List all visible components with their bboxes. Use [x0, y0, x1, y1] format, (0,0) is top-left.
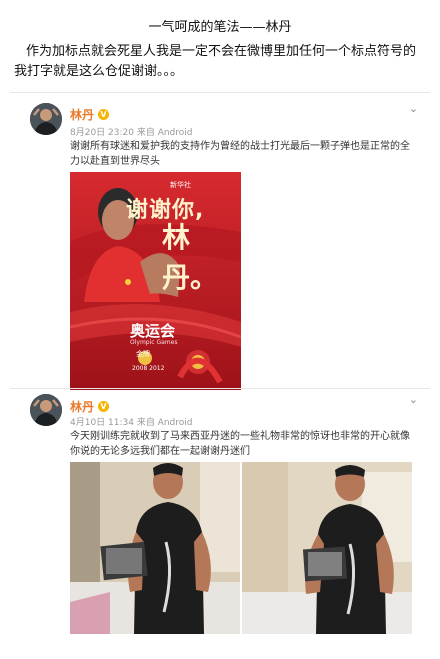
post-meta: 8月20日 23:20 来自 Android — [70, 128, 193, 138]
author-name[interactable]: 林丹 — [70, 106, 94, 123]
poster-logo: 新华社 — [170, 181, 191, 189]
avatar[interactable] — [30, 394, 62, 426]
post-divider — [10, 388, 430, 389]
poster-medal: 金牌 — [136, 350, 150, 358]
poster-event-sub: Olympic Games — [130, 339, 178, 346]
verified-badge-icon: V — [98, 401, 110, 412]
verified-badge-icon: V — [98, 109, 110, 120]
post-meta: 4月10日 11:34 来自 Android — [70, 418, 193, 428]
post-divider — [10, 92, 430, 93]
poster-years: 2008 2012 — [132, 365, 165, 372]
chevron-down-icon[interactable]: ⌄ — [409, 102, 418, 115]
poster-event: 奥运会 — [130, 322, 176, 340]
poster-title-2: 林丹。 — [162, 221, 219, 294]
avatar[interactable] — [30, 103, 62, 135]
intro-paragraph: 作为加标点就会死星人我是一定不会在微博里加任何一个标点符号的我打字就是这么仓促谢… — [14, 44, 417, 79]
post-text: 谢谢所有球迷和爱护我的支持作为曾经的战士打光最后一颗子弹也是正常的全力以赴直到世… — [70, 141, 410, 167]
author-name[interactable]: 林丹 — [70, 398, 94, 415]
author-row[interactable]: 林丹 V — [70, 106, 110, 123]
chevron-down-icon[interactable]: ⌄ — [409, 393, 418, 406]
post-image-photo-2[interactable] — [242, 462, 412, 634]
page-headline: 一气呵成的笔法——林丹 — [148, 20, 292, 35]
author-row[interactable]: 林丹 V — [70, 398, 110, 415]
post-text: 今天刚训练完就收到了马来西亚丹迷的一些礼物非常的惊讶也非常的开心就像你说的无论多… — [70, 431, 410, 457]
post-image-photo-1[interactable] — [70, 462, 240, 634]
post-image-poster[interactable]: 新华社 谢谢你, 林丹。 奥运会 Olympic Games 金牌 2008 2… — [70, 172, 241, 390]
